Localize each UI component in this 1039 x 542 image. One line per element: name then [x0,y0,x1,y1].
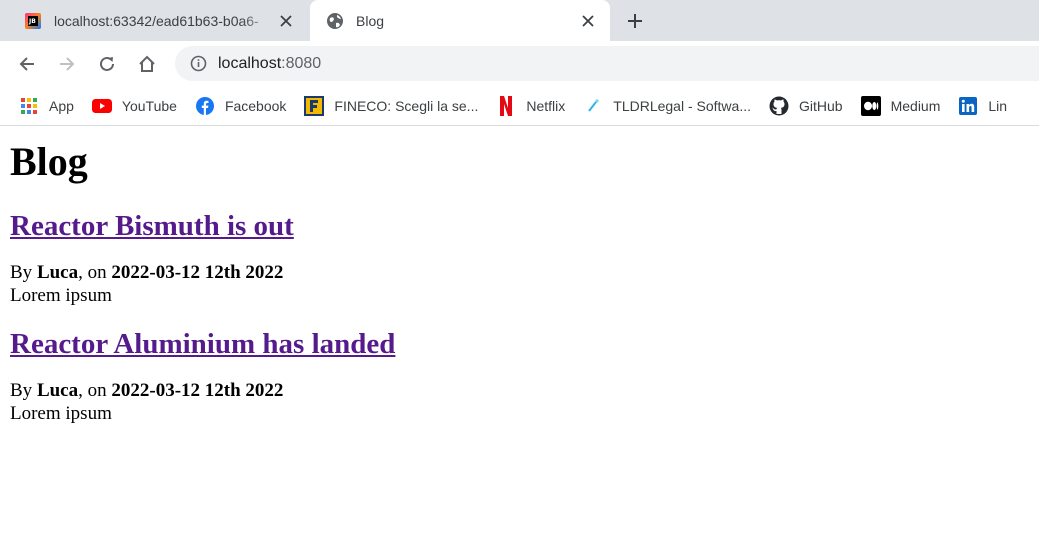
home-icon [139,55,155,72]
post-body: Lorem ipsum [10,285,112,306]
post-meta: By Luca, on 2022-03-12 12th 2022 [10,261,1029,284]
reload-icon [100,56,114,71]
bookmark-fineco[interactable]: FINECO: Scegli la se... [304,95,479,116]
post-date: 2022-03-12 12th 2022 [111,380,284,401]
tab-strip: JB localhost:63342/ead61b63-b0a6- Blog [0,0,1039,41]
globe-icon [326,12,344,30]
home-button[interactable] [133,50,161,78]
bookmark-label: FINECO: Scegli la se... [334,97,479,114]
bookmark-label: TLDRLegal - Softwa... [613,97,751,114]
post-on-label: , on [78,262,112,283]
bookmarks-bar: App YouTube Facebook FINECO: Scegli la s… [0,86,1039,126]
close-tab-icon[interactable] [274,9,298,33]
bookmark-tldrlegal[interactable]: TLDRLegal - Softwa... [583,96,751,116]
bookmark-app[interactable]: App [19,96,74,116]
post-title: Reactor Bismuth is out [10,209,1029,243]
url-port: :8080 [281,54,322,72]
bookmark-label: GitHub [799,97,843,114]
forward-button[interactable] [53,50,81,78]
bookmark-facebook[interactable]: Facebook [195,96,286,116]
youtube-icon [91,96,112,116]
tab-title: Blog [356,12,385,29]
url-host: localhost [218,54,282,72]
medium-icon [860,95,881,116]
svg-text:JB: JB [28,18,36,25]
close-tab-icon[interactable] [576,9,600,33]
tab-title: localhost:63342/ead61b63-b0a6- [54,12,259,29]
post-by-label: By [10,380,37,401]
jetbrains-icon: JB [24,12,42,30]
address-bar[interactable]: localhost:8080 [175,46,1039,81]
back-button[interactable] [13,50,41,78]
post-by-label: By [10,262,37,283]
bookmark-label: YouTube [121,97,177,114]
blog-post: Reactor Bismuth is out By Luca, on 2022-… [10,209,1029,307]
post-title: Reactor Aluminium has landed [10,327,1029,361]
plus-icon [628,14,642,28]
bookmark-label: Netflix [526,97,566,114]
netflix-icon [496,95,516,116]
new-tab-button[interactable] [620,6,650,36]
bookmark-youtube[interactable]: YouTube [91,96,177,116]
bookmark-medium[interactable]: Medium [860,95,941,116]
tab-blog[interactable]: Blog [310,0,610,41]
bookmark-github[interactable]: GitHub [769,96,843,116]
post-author: Luca [36,262,79,283]
bookmark-label: Medium [890,97,941,114]
reload-button[interactable] [93,50,121,78]
bookmark-label: Lin [988,97,1008,114]
post-body: Lorem ipsum [10,403,112,424]
post-title-link[interactable]: Reactor Aluminium has landed [10,328,395,360]
page-content: Blog Reactor Bismuth is out By Luca, on … [0,139,1039,425]
linkedin-icon [958,96,978,116]
tab-localhost-63342[interactable]: JB localhost:63342/ead61b63-b0a6- [8,0,308,41]
bookmark-linkedin[interactable]: Lin [958,96,1007,116]
post-title-link[interactable]: Reactor Bismuth is out [10,210,294,242]
post-author: Luca [36,380,79,401]
fineco-icon [304,95,325,116]
tldrlegal-icon [583,96,603,116]
page-title: Blog [10,139,88,184]
bookmark-netflix[interactable]: Netflix [496,95,566,116]
arrow-right-icon [60,56,75,71]
facebook-icon [195,96,215,116]
browser-toolbar: localhost:8080 [0,41,1039,86]
post-on-label: , on [78,380,112,401]
bookmark-label: Facebook [224,97,287,114]
arrow-left-icon [19,56,34,71]
blog-post: Reactor Aluminium has landed By Luca, on… [10,327,1029,425]
post-meta: By Luca, on 2022-03-12 12th 2022 [10,379,1029,402]
post-date: 2022-03-12 12th 2022 [111,262,284,283]
github-icon [769,96,789,116]
url-text: localhost:8080 [218,55,321,73]
bookmark-label: App [49,97,74,114]
info-icon[interactable] [188,54,208,74]
apps-grid-icon [19,96,39,116]
